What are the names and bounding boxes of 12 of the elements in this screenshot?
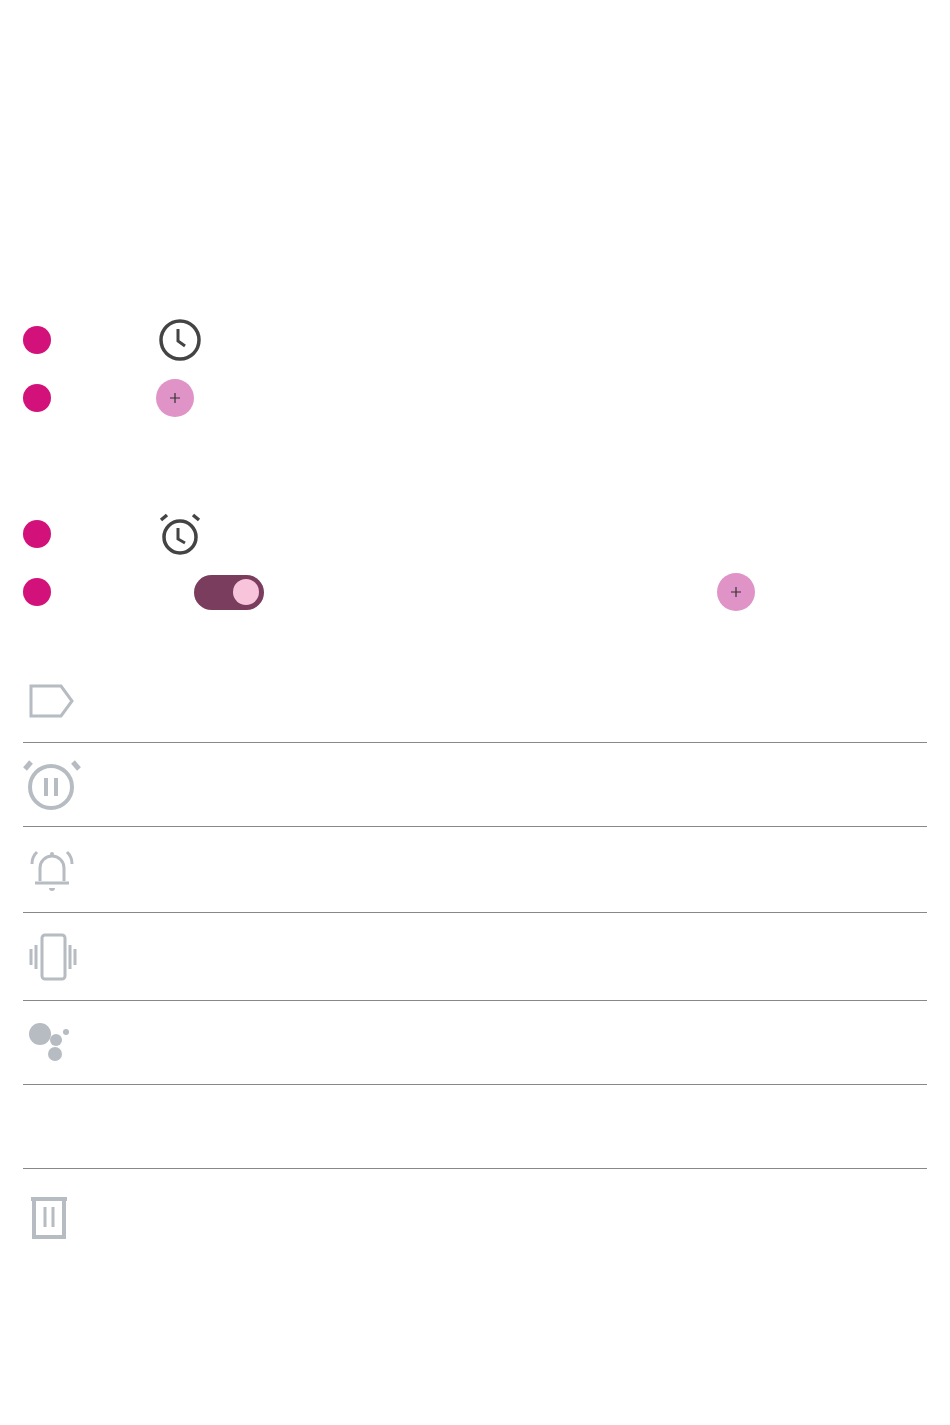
add-button[interactable] — [156, 379, 194, 417]
trash-icon — [29, 1195, 69, 1239]
clock-icon — [158, 318, 202, 362]
alarm-clock-icon — [158, 512, 202, 556]
snooze-alarm-icon — [23, 758, 83, 811]
plus-icon — [731, 587, 741, 597]
toggle-switch[interactable] — [194, 574, 264, 610]
add-button[interactable] — [717, 573, 755, 611]
plus-icon — [170, 393, 180, 403]
label-icon — [29, 683, 75, 718]
dots-cluster-icon — [29, 1022, 71, 1063]
vibrate-phone-icon — [29, 932, 77, 981]
